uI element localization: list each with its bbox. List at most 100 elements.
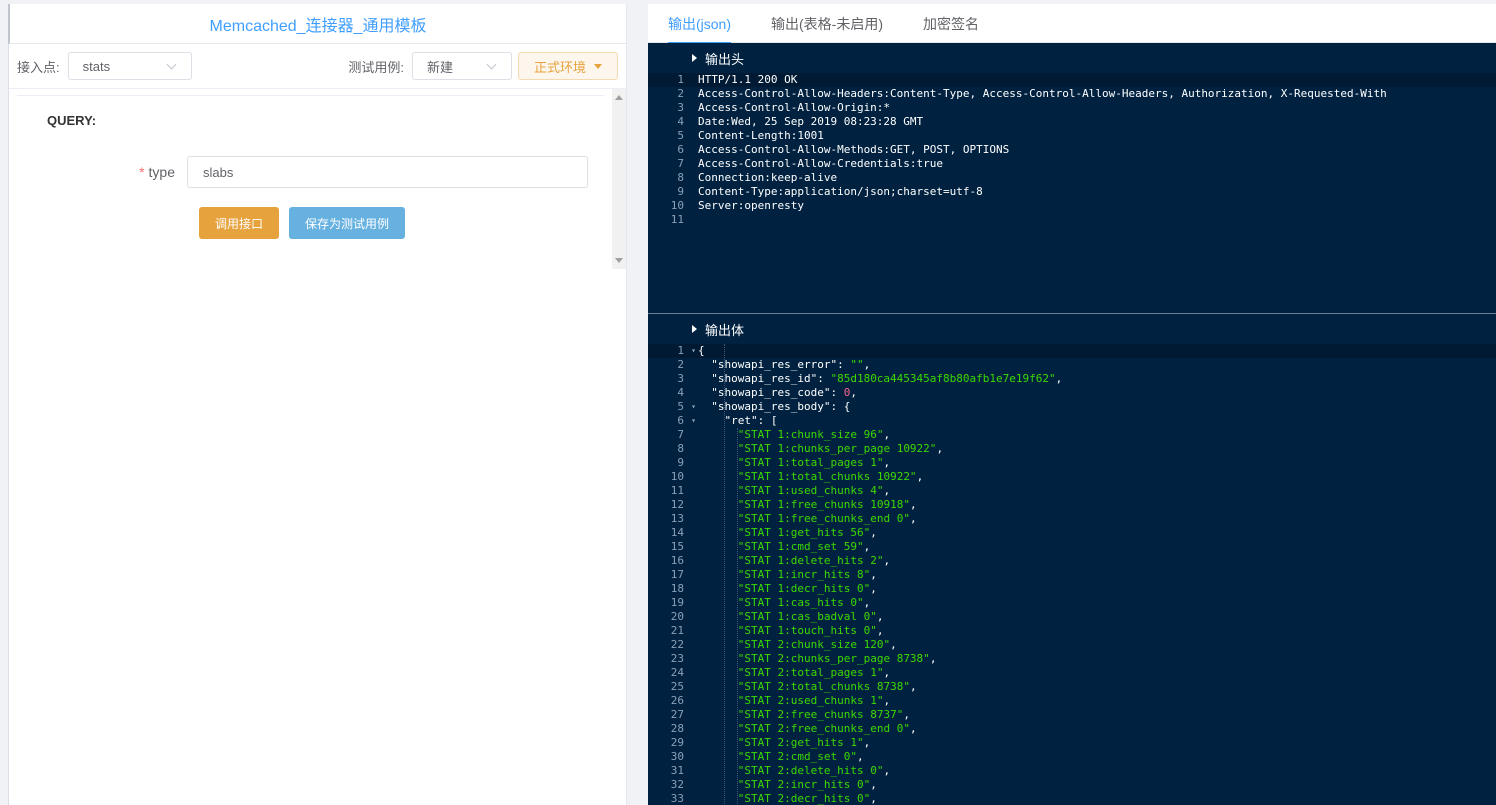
- code-line: 27 "STAT 2:free_chunks 8737",: [648, 708, 1496, 722]
- code-token: Access-Control-Allow-Methods:GET, POST, …: [698, 143, 1010, 156]
- line-text: "STAT 1:delete_hits 2",: [698, 554, 890, 568]
- line-number: 7: [677, 428, 684, 441]
- code-line: 15 "STAT 1:cmd_set 59",: [648, 540, 1496, 554]
- line-text: "showapi_res_body": {: [698, 400, 850, 414]
- line-text: {: [698, 344, 705, 358]
- body-section-toggle[interactable]: 输出体: [648, 314, 1496, 344]
- code-line: 16 "STAT 1:delete_hits 2",: [648, 554, 1496, 568]
- code-token: ,: [936, 442, 944, 455]
- line-number: 24: [670, 666, 684, 679]
- code-line: 29 "STAT 2:get_hits 1",: [648, 736, 1496, 750]
- fold-toggle-icon[interactable]: ▾: [691, 414, 696, 428]
- line-number: 8: [677, 171, 684, 184]
- tab-signature[interactable]: 加密签名: [923, 4, 999, 43]
- app-root: Memcached_连接器_通用模板 接入点: stats 测试用例: 新建 正…: [0, 0, 1496, 805]
- code-line: 8 Connection:keep-alive: [648, 171, 1496, 185]
- code-line: 17 "STAT 1:incr_hits 8",: [648, 568, 1496, 582]
- line-number: 16: [670, 554, 684, 567]
- code-token: ,: [870, 526, 877, 539]
- environment-dropdown-button[interactable]: 正式环境: [517, 52, 618, 80]
- query-form: QUERY: * type slabs 调用接口 保存为测试用例: [9, 89, 612, 269]
- line-text: "STAT 2:chunks_per_page 8738",: [698, 652, 937, 666]
- code-token: "STAT 2:free_chunks_end 0": [737, 722, 910, 735]
- code-token: "STAT 2:cmd_set 0": [737, 750, 857, 763]
- code-line: 5 ▾ "showapi_res_body": {: [648, 400, 1496, 414]
- code-token: Access-Control-Allow-Credentials:true: [698, 157, 944, 170]
- code-token: ,: [863, 358, 871, 371]
- form-scrollbar[interactable]: [612, 89, 626, 269]
- code-line: 32 "STAT 2:incr_hits 0",: [648, 778, 1496, 792]
- indent-guide: [737, 428, 738, 805]
- type-field-row: * type slabs: [17, 156, 604, 188]
- line-text: Access-Control-Allow-Methods:GET, POST, …: [698, 143, 1009, 157]
- line-number: 30: [670, 750, 684, 763]
- line-text: Access-Control-Allow-Origin:*: [698, 101, 890, 115]
- line-text: "STAT 2:used_chunks 1",: [698, 694, 890, 708]
- line-number: 11: [670, 484, 684, 497]
- line-text: "STAT 2:cmd_set 0",: [698, 750, 864, 764]
- code-line: 22 "STAT 2:chunk_size 120",: [648, 638, 1496, 652]
- code-token: "showapi_res_id":: [698, 372, 831, 385]
- code-token: "STAT 2:total_pages 1": [737, 666, 884, 679]
- code-line: 3 "showapi_res_id": "85d180ca445345af8b8…: [648, 372, 1496, 386]
- code-token: "showapi_res_error":: [698, 358, 851, 371]
- caret-right-icon: [692, 54, 697, 62]
- tab-output-json[interactable]: 输出(json): [668, 4, 751, 44]
- call-api-button[interactable]: 调用接口: [199, 207, 279, 239]
- line-number: 2: [677, 358, 684, 371]
- line-text: "STAT 1:used_chunks 4",: [698, 484, 890, 498]
- code-token: ,: [909, 512, 917, 525]
- line-number: 32: [670, 778, 684, 791]
- code-line: 13 "STAT 1:free_chunks_end 0",: [648, 512, 1496, 526]
- code-token: "85d180ca445345af8b80afb1e7e19f62": [830, 372, 1056, 385]
- code-token: "STAT 1:total_pages 1": [737, 456, 884, 469]
- type-field-label: * type: [17, 164, 187, 180]
- code-line: 10 Server:openresty: [648, 199, 1496, 213]
- line-number: 22: [670, 638, 684, 651]
- code-token: ,: [870, 582, 877, 595]
- scroll-up-icon[interactable]: [615, 95, 623, 100]
- code-token: Connection:keep-alive: [698, 171, 838, 184]
- code-line: 11 "STAT 1:used_chunks 4",: [648, 484, 1496, 498]
- type-input[interactable]: slabs: [187, 156, 588, 188]
- testcase-select[interactable]: 新建: [411, 52, 512, 80]
- chevron-down-icon: [485, 59, 499, 73]
- code-token: ,: [883, 456, 891, 469]
- code-token: Access-Control-Allow-Headers:Content-Typ…: [698, 87, 1387, 100]
- code-token: Access-Control-Allow-Origin:*: [698, 101, 891, 114]
- code-token: ,: [890, 638, 897, 651]
- code-token: "STAT 1:incr_hits 8": [737, 568, 871, 581]
- line-text: "STAT 1:chunk_size 96",: [698, 428, 890, 442]
- fold-toggle-icon[interactable]: ▾: [691, 344, 696, 358]
- endpoint-select[interactable]: stats: [67, 52, 192, 80]
- save-testcase-button[interactable]: 保存为测试用例: [289, 207, 405, 239]
- code-token: ,: [883, 484, 891, 497]
- tab-output-table[interactable]: 输出(表格-未启用): [771, 4, 903, 43]
- body-code-view[interactable]: 1 ▾{2 "showapi_res_error": "", 3 "showapi_…: [648, 344, 1496, 805]
- fold-toggle-icon[interactable]: ▾: [691, 400, 696, 414]
- line-number: 15: [670, 540, 684, 553]
- output-tabs: 输出(json) 输出(表格-未启用) 加密签名: [648, 4, 1496, 44]
- line-number: 11: [670, 213, 684, 226]
- scroll-down-icon[interactable]: [615, 258, 623, 263]
- header-code-view[interactable]: 1 HTTP/1.1 200 OK 2 Access-Control-Allow-He…: [648, 73, 1496, 227]
- line-text: "STAT 2:chunk_size 120",: [698, 638, 897, 652]
- code-line: 6 ▾ "ret": [: [648, 414, 1496, 428]
- code-line: 31 "STAT 2:delete_hits 0",: [648, 764, 1496, 778]
- query-section-label: QUERY:: [47, 113, 97, 128]
- form-actions: 调用接口 保存为测试用例: [17, 207, 604, 239]
- type-label-text: type: [148, 164, 175, 180]
- endpoint-label: 接入点:: [17, 59, 60, 75]
- header-section-toggle[interactable]: 输出头: [648, 43, 1496, 73]
- line-number: 26: [670, 694, 684, 707]
- code-token: "STAT 1:total_chunks 10922": [737, 470, 917, 483]
